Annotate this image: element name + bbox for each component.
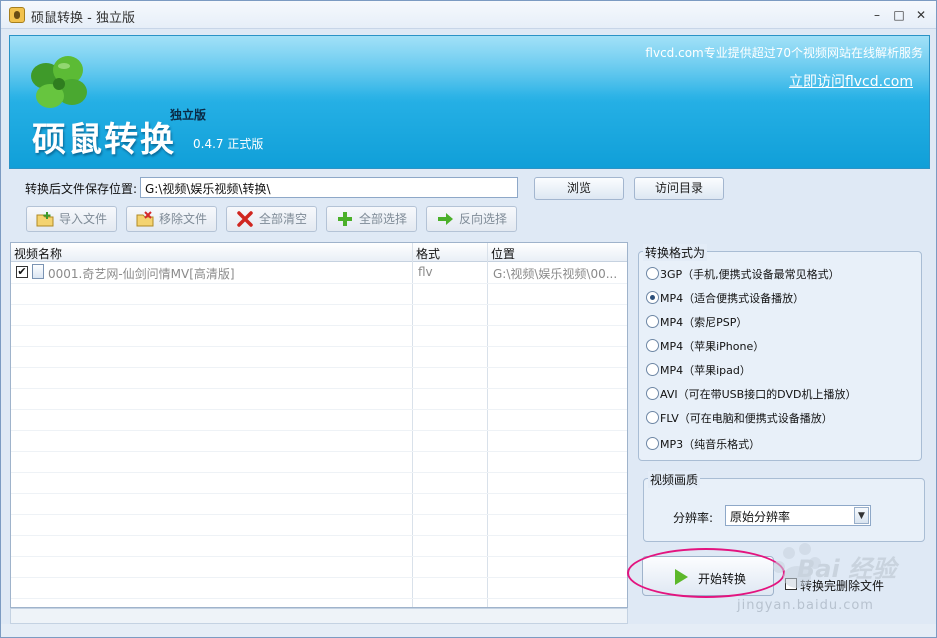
column-header-location[interactable]: 位置 <box>491 245 515 262</box>
file-list-header: 视频名称 格式 位置 <box>11 243 627 262</box>
visit-flvcd-link[interactable]: 立即访问flvcd.com <box>789 71 913 91</box>
close-button[interactable]: ✕ <box>912 7 930 23</box>
format-option-label: MP4（苹果iPhone） <box>660 340 765 353</box>
quality-group-title: 视频画质 <box>648 471 701 488</box>
file-format-cell: flv <box>418 265 433 279</box>
slogan-text: flvcd.com专业提供超过70个视频网站在线解析服务 <box>645 46 923 60</box>
format-option-label: MP4（苹果ipad） <box>660 364 751 377</box>
format-option-label: MP4（适合便携式设备播放） <box>660 292 805 305</box>
import-file-label: 导入文件 <box>59 212 108 226</box>
green-plus-icon <box>338 212 352 226</box>
version-label: 0.4.7 正式版 <box>193 137 264 151</box>
import-file-button[interactable]: 导入文件 <box>26 206 117 232</box>
file-icon <box>32 264 44 279</box>
remove-file-button[interactable]: 移除文件 <box>126 206 217 232</box>
format-option-label: MP4（索尼PSP） <box>660 316 748 329</box>
column-header-name[interactable]: 视频名称 <box>14 245 62 262</box>
watermark-url: jingyan.baidu.com <box>737 598 874 613</box>
format-option-label: FLV（可在电脑和便携式设备播放） <box>660 412 833 425</box>
remove-file-label: 移除文件 <box>159 212 208 226</box>
file-list[interactable]: 视频名称 格式 位置 ✔ 0001.奇艺网-仙剑问情MV[高清版] flv G:… <box>10 242 628 608</box>
table-row[interactable]: ✔ 0001.奇艺网-仙剑问情MV[高清版] flv G:\视频\娱乐视频\00… <box>11 262 627 283</box>
radio-button[interactable] <box>646 339 659 352</box>
green-arrow-icon <box>438 213 453 225</box>
clear-all-label: 全部清空 <box>259 212 308 226</box>
radio-button[interactable] <box>646 437 659 450</box>
radio-button[interactable] <box>646 267 659 280</box>
minimize-button[interactable]: – <box>868 7 886 23</box>
edition-label: 独立版 <box>170 108 207 122</box>
invert-selection-label: 反向选择 <box>459 212 508 226</box>
format-option-label: AVI（可在带USB接口的DVD机上播放） <box>660 388 857 401</box>
window-title: 硕鼠转换 - 独立版 <box>31 11 135 26</box>
save-path-field[interactable]: G:\视频\娱乐视频\转换\ <box>140 177 518 198</box>
open-directory-button[interactable]: 访问目录 <box>634 177 724 200</box>
row-checkbox[interactable]: ✔ <box>16 266 28 278</box>
radio-button[interactable] <box>646 315 659 328</box>
app-window: 硕鼠转换 - 独立版 – □ ✕ 硕鼠转换 独立版 0.4.7 正式版 flvc… <box>0 0 937 638</box>
folder-remove-icon <box>136 211 154 227</box>
radio-button[interactable] <box>646 387 659 400</box>
save-location-label: 转换后文件保存位置: <box>25 182 138 196</box>
resolution-value: 原始分辨率 <box>730 510 791 524</box>
format-group-title: 转换格式为 <box>643 244 708 261</box>
resolution-select[interactable]: 原始分辨率 ▼ <box>725 505 871 526</box>
resolution-label: 分辨率: <box>673 511 714 525</box>
select-all-button[interactable]: 全部选择 <box>326 206 417 232</box>
maximize-button[interactable]: □ <box>890 7 908 23</box>
format-option-label: MP3（纯音乐格式） <box>660 438 761 451</box>
invert-selection-button[interactable]: 反向选择 <box>426 206 517 232</box>
column-header-format[interactable]: 格式 <box>416 245 440 262</box>
folder-add-icon <box>36 212 54 227</box>
radio-button[interactable] <box>646 363 659 376</box>
clear-all-button[interactable]: 全部清空 <box>226 206 317 232</box>
red-x-icon <box>237 211 253 227</box>
app-icon <box>9 7 25 23</box>
title-bar[interactable]: 硕鼠转换 - 独立版 – □ ✕ <box>1 1 936 29</box>
watermark-text: Bai 经验 <box>797 555 897 583</box>
file-location-cell: G:\视频\娱乐视频\00... <box>493 267 618 281</box>
format-group <box>638 251 922 461</box>
format-option-label: 3GP（手机,便携式设备最常见格式） <box>660 268 840 281</box>
browse-button[interactable]: 浏览 <box>534 177 624 200</box>
brand-name: 硕鼠转换 <box>32 120 176 160</box>
horizontal-scrollbar[interactable] <box>10 608 628 624</box>
radio-button-selected[interactable] <box>646 291 659 304</box>
chevron-down-icon[interactable]: ▼ <box>854 507 869 524</box>
file-name-cell: 0001.奇艺网-仙剑问情MV[高清版] <box>48 267 235 281</box>
status-bar <box>1 624 936 637</box>
radio-button[interactable] <box>646 411 659 424</box>
select-all-label: 全部选择 <box>359 212 408 226</box>
clover-logo-icon <box>31 56 87 108</box>
header-banner: 硕鼠转换 独立版 0.4.7 正式版 flvcd.com专业提供超过70个视频网… <box>9 35 930 169</box>
